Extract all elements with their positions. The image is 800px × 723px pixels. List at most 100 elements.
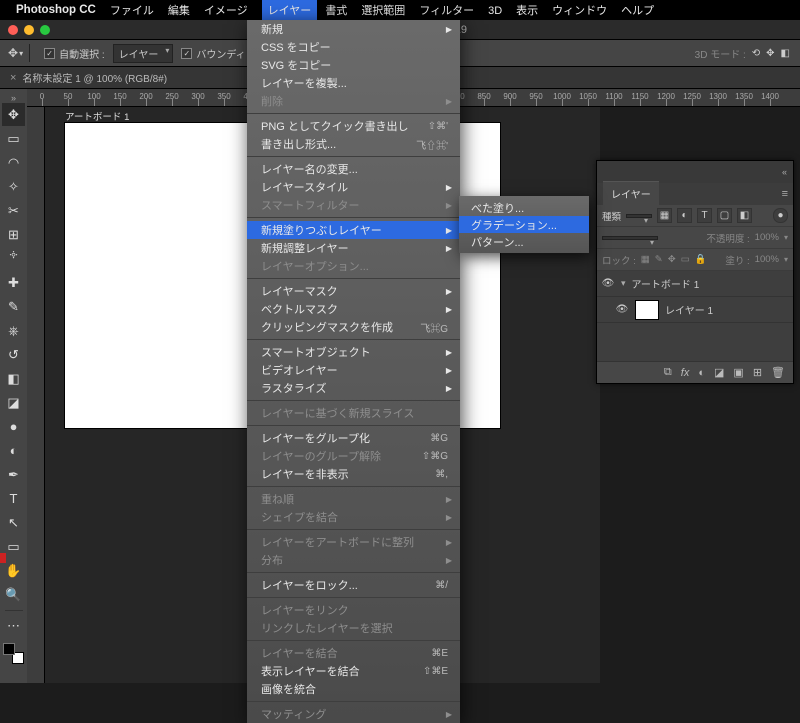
menu-item[interactable]: レイヤーをグループ化⌘G: [247, 429, 460, 447]
menu-表示[interactable]: 表示: [516, 5, 538, 17]
filter-smart-icon[interactable]: ◧: [737, 208, 752, 223]
bounding-checkbox[interactable]: ✓: [181, 48, 192, 59]
filter-pixel-icon[interactable]: ▦: [657, 208, 672, 223]
menu-item[interactable]: レイヤーをロック...⌘/: [247, 576, 460, 594]
history-brush-tool[interactable]: ↺: [2, 343, 25, 366]
zoom-tool[interactable]: 🔍: [2, 583, 25, 606]
menu-item[interactable]: 表示レイヤーを結合⇧⌘E: [247, 662, 460, 680]
dodge-tool[interactable]: ◐: [2, 439, 25, 462]
toolbox: » ✥ ▭ ◠ ✧ ✂ ⊞ ༓ ✚ ✎ ⎈ ↺ ◧ ◪ ● ◐ ✒ T ↖ ▭ …: [0, 89, 27, 683]
menu-item[interactable]: SVG をコピー: [247, 56, 460, 74]
blur-tool[interactable]: ●: [2, 415, 25, 438]
blend-mode-dropdown[interactable]: [602, 236, 658, 240]
type-tool[interactable]: T: [2, 487, 25, 510]
panel-collapse-icon[interactable]: «: [782, 167, 787, 177]
layer-row-layer1[interactable]: 👁 レイヤー 1: [597, 297, 793, 323]
menu-item[interactable]: PNG としてクイック書き出し⇧⌘': [247, 117, 460, 135]
traffic-zoom[interactable]: [40, 25, 50, 35]
eyedropper-tool[interactable]: ༓: [2, 247, 25, 270]
menu-選択範囲[interactable]: 選択範囲: [361, 5, 405, 17]
lasso-tool[interactable]: ◠: [2, 151, 25, 174]
lock-pixel-icon[interactable]: ✎: [655, 254, 663, 265]
menu-item[interactable]: クリッピングマスクを作成飞⌘G: [247, 318, 460, 336]
lock-pos-icon[interactable]: ✥: [668, 254, 676, 265]
menu-item[interactable]: スマートオブジェクト: [247, 343, 460, 361]
layer-name[interactable]: レイヤー 1: [665, 302, 713, 317]
menu-item[interactable]: 新規: [247, 20, 460, 38]
layer-thumbnail[interactable]: [635, 300, 659, 320]
menu-フィルター[interactable]: フィルター: [419, 5, 474, 17]
menu-レイヤー[interactable]: レイヤー: [262, 0, 318, 20]
lock-artboard-icon[interactable]: ▭: [681, 254, 690, 265]
menu-イメージ[interactable]: イメージ: [204, 5, 248, 17]
menu-書式[interactable]: 書式: [325, 5, 347, 17]
submenu-item[interactable]: グラデーション...: [459, 216, 589, 233]
menu-ヘルプ[interactable]: ヘルプ: [621, 5, 654, 17]
lock-all-icon[interactable]: 🔒: [695, 254, 707, 265]
opacity-value[interactable]: 100%: [755, 232, 779, 243]
crop-tool[interactable]: ✂: [2, 199, 25, 222]
panel-menu-icon[interactable]: ≡: [782, 188, 788, 200]
orbit-icon[interactable]: ⟲: [752, 48, 760, 59]
stamp-tool[interactable]: ⎈: [2, 319, 25, 342]
submenu-item[interactable]: パターン...: [459, 233, 589, 250]
pen-tool[interactable]: ✒: [2, 463, 25, 486]
dolly-icon[interactable]: ◧: [781, 48, 790, 59]
menu-ファイル[interactable]: ファイル: [110, 5, 154, 17]
move-tool[interactable]: ✥: [2, 103, 25, 126]
layer-row-artboard[interactable]: 👁 ▾ アートボード 1: [597, 271, 793, 297]
layers-tab[interactable]: レイヤー: [603, 181, 659, 205]
visibility-icon[interactable]: 👁: [615, 304, 629, 315]
pan-icon[interactable]: ✥: [766, 48, 774, 59]
fill-value[interactable]: 100%: [755, 254, 779, 265]
filter-shape-icon[interactable]: ▢: [717, 208, 732, 223]
menu-item[interactable]: レイヤーを非表示⌘,: [247, 465, 460, 483]
menu-編集[interactable]: 編集: [168, 5, 190, 17]
traffic-close[interactable]: [8, 25, 18, 35]
menu-item[interactable]: レイヤースタイル: [247, 178, 460, 196]
menu-item[interactable]: 新規塗りつぶしレイヤー: [247, 221, 460, 239]
menu-item[interactable]: CSS をコピー: [247, 38, 460, 56]
menu-item[interactable]: 新規調整レイヤー: [247, 239, 460, 257]
auto-select-dropdown[interactable]: レイヤー: [113, 44, 174, 63]
brush-tool[interactable]: ✎: [2, 295, 25, 318]
menu-item[interactable]: レイヤーを複製...: [247, 74, 460, 92]
artboard-tool[interactable]: ▭: [2, 127, 25, 150]
menu-ウィンドウ[interactable]: ウィンドウ: [552, 5, 607, 17]
gradient-tool[interactable]: ◪: [2, 391, 25, 414]
group-icon[interactable]: ▣: [733, 366, 743, 379]
kind-dropdown[interactable]: [626, 214, 652, 218]
mask-icon[interactable]: ◐: [698, 367, 705, 379]
menu-item[interactable]: 書き出し形式...飞⇧⌘': [247, 135, 460, 153]
artboard-label[interactable]: アートボード 1: [65, 109, 129, 123]
wand-tool[interactable]: ✧: [2, 175, 25, 198]
auto-select-checkbox[interactable]: ✓: [44, 48, 55, 59]
path-tool[interactable]: ↖: [2, 511, 25, 534]
layer-name[interactable]: アートボード 1: [632, 276, 700, 291]
eraser-tool[interactable]: ◧: [2, 367, 25, 390]
fx-icon[interactable]: fx: [681, 367, 690, 379]
lock-trans-icon[interactable]: ▦: [641, 254, 650, 265]
adjustment-icon[interactable]: ◪: [714, 366, 724, 379]
traffic-minimize[interactable]: [24, 25, 34, 35]
close-tab-icon[interactable]: ×: [10, 72, 16, 84]
menu-3D[interactable]: 3D: [488, 5, 502, 17]
menu-item[interactable]: レイヤー名の変更...: [247, 160, 460, 178]
menu-item[interactable]: レイヤーマスク: [247, 282, 460, 300]
filter-adjust-icon[interactable]: ◐: [677, 208, 692, 223]
fg-bg-swatch[interactable]: [2, 642, 25, 665]
menu-item[interactable]: ラスタライズ: [247, 379, 460, 397]
trash-icon[interactable]: 🗑: [771, 366, 785, 379]
submenu-item[interactable]: べた塗り...: [459, 199, 589, 216]
menu-item[interactable]: ベクトルマスク: [247, 300, 460, 318]
filter-type-icon[interactable]: T: [697, 208, 712, 223]
new-layer-icon[interactable]: ⊞: [753, 366, 762, 379]
heal-tool[interactable]: ✚: [2, 271, 25, 294]
edit-toolbar[interactable]: ⋯: [2, 614, 25, 637]
link-layers-icon[interactable]: ⧉: [664, 366, 672, 379]
document-tab[interactable]: × 名称未設定 1 @ 100% (RGB/8#): [0, 67, 177, 88]
menu-item[interactable]: ビデオレイヤー: [247, 361, 460, 379]
filter-toggle[interactable]: ●: [773, 208, 788, 223]
visibility-icon[interactable]: 👁: [601, 278, 615, 289]
disclosure-icon[interactable]: ▾: [621, 278, 626, 289]
